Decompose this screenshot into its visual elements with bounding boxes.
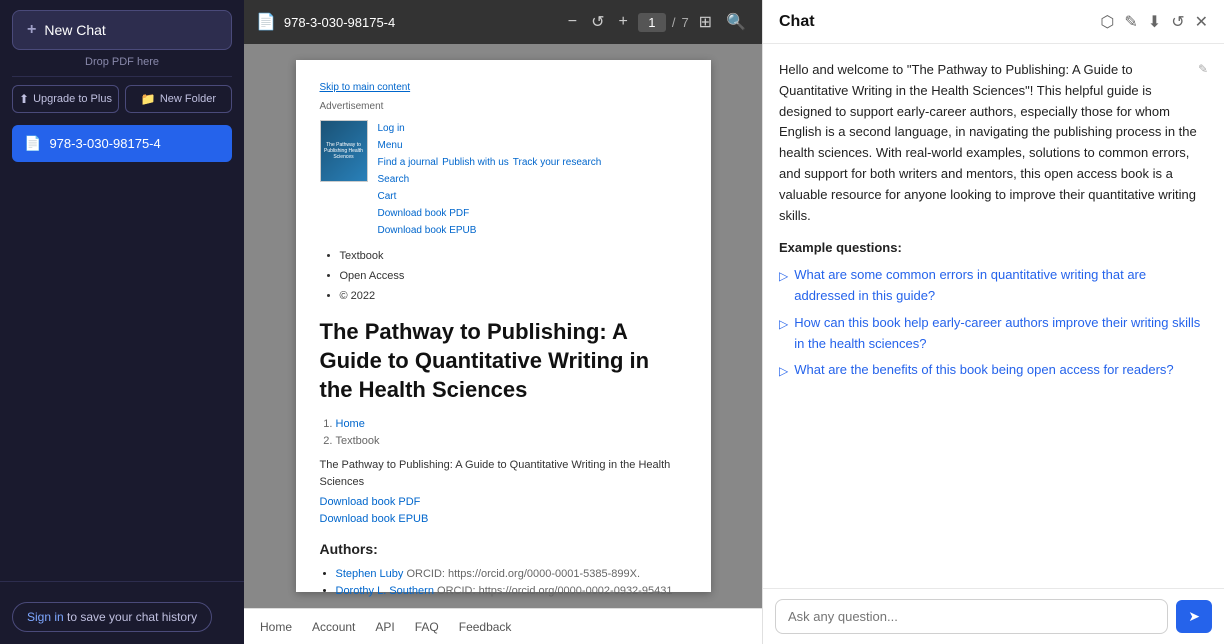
authors-section: Authors: Stephen Luby ORCID: https://orc…	[320, 539, 687, 608]
zoom-out-button[interactable]: −	[564, 11, 581, 33]
sidebar-item-active-doc[interactable]: 📄 978-3-030-98175-4	[12, 125, 232, 162]
folder-icon: 📁	[141, 92, 156, 106]
plus-icon: +	[27, 21, 36, 39]
download-button[interactable]: ⬇	[1148, 12, 1161, 32]
drop-hint: Drop PDF here	[0, 56, 244, 76]
refresh-button[interactable]: ↺	[1171, 12, 1184, 32]
authors-list: Stephen Luby ORCID: https://orcid.org/00…	[336, 566, 687, 599]
document-icon: 📄	[24, 135, 41, 152]
breadcrumb-home[interactable]: Home	[336, 418, 365, 430]
chat-welcome-text: ✎ Hello and welcome to "The Pathway to P…	[779, 60, 1208, 226]
breadcrumb: Home Textbook	[320, 416, 687, 449]
sign-in-text: Sign in to save your chat history	[27, 610, 197, 624]
footer-home[interactable]: Home	[260, 620, 292, 634]
close-button[interactable]: ✕	[1195, 12, 1208, 32]
footer-bar: Home Account API FAQ Feedback	[244, 608, 762, 644]
download-pdf-link[interactable]: Download book PDF	[320, 494, 687, 511]
sidebar: + New Chat Drop PDF here ⬆ Upgrade to Pl…	[0, 0, 244, 644]
sign-in-link[interactable]: Sign in	[27, 610, 64, 624]
arrow-icon-2: ▷	[779, 315, 788, 334]
send-icon: ➤	[1188, 608, 1200, 625]
new-folder-button[interactable]: 📁 New Folder	[125, 85, 232, 113]
zoom-in-button[interactable]: +	[614, 11, 631, 33]
chat-panel: Chat ⬡ ✎ ⬇ ↺ ✕ ✎ Hello and welcome to "T…	[762, 0, 1224, 644]
pdf-content-area: Skip to main content Advertisement The P…	[244, 44, 762, 608]
sidebar-active-label: 978-3-030-98175-4	[49, 136, 160, 151]
download-epub-top-link[interactable]: Download book EPUB	[378, 222, 602, 239]
page-number-input[interactable]	[638, 13, 666, 32]
upgrade-new-row: ⬆ Upgrade to Plus 📁 New Folder	[0, 77, 244, 121]
footer-api[interactable]: API	[375, 620, 394, 634]
send-button[interactable]: ➤	[1176, 600, 1212, 633]
new-chat-button[interactable]: + New Chat	[12, 10, 232, 50]
book-title: The Pathway to Publishing: A Guide to Qu…	[320, 318, 687, 404]
example-label: Example questions:	[779, 238, 1208, 259]
book-cover-image: The Pathway to Publishing Health Science…	[321, 121, 367, 181]
pdf-viewer-wrapper: 📄 978-3-030-98175-4 − ↺ + / 7 ⊞ 🔍 Skip t…	[244, 0, 762, 644]
page-separator: /	[672, 15, 676, 30]
download-epub-link[interactable]: Download book EPUB	[320, 511, 687, 528]
sidebar-bottom: Sign in to save your chat history	[0, 581, 244, 644]
dorothy-orcid: ORCID: https://orcid.org/0000-0002-0932-…	[437, 585, 672, 597]
pdf-title: 978-3-030-98175-4	[284, 15, 395, 30]
menu-link[interactable]: Menu	[378, 137, 602, 154]
list-item: Dorothy L. Southern ORCID: https://orcid…	[336, 583, 687, 600]
arrow-icon-3: ▷	[779, 362, 788, 381]
site-links: Log in Menu Find a journal Publish with …	[378, 120, 602, 239]
chat-body: ✎ Hello and welcome to "The Pathway to P…	[763, 44, 1224, 588]
author-dorothy-link[interactable]: Dorothy L. Southern	[336, 585, 434, 597]
pdf-page-icon: 📄	[256, 12, 276, 32]
upgrade-label: Upgrade to Plus	[33, 93, 112, 105]
sign-in-button[interactable]: Sign in to save your chat history	[12, 602, 212, 632]
example-question-1[interactable]: ▷ What are some common errors in quantit…	[779, 265, 1208, 307]
cart-link[interactable]: Cart	[378, 188, 602, 205]
undo-button[interactable]: ↺	[587, 10, 608, 34]
chat-header-icons: ⬡ ✎ ⬇ ↺ ✕	[1100, 12, 1208, 32]
author-stephen-link[interactable]: Stephen Luby	[336, 568, 404, 580]
share-button[interactable]: ⬡	[1100, 12, 1114, 32]
arrow-icon-1: ▷	[779, 267, 788, 286]
book-cover-box: The Pathway to Publishing Health Science…	[320, 120, 368, 182]
pdf-controls: − ↺ + / 7 ⊞ 🔍	[564, 10, 750, 34]
chat-input[interactable]	[775, 599, 1168, 634]
download-links: Download book PDF Download book EPUB	[320, 494, 687, 527]
grid-view-button[interactable]: ⊞	[695, 10, 716, 34]
upgrade-icon: ⬆	[19, 92, 29, 106]
book-desc-text: The Pathway to Publishing: A Guide to Qu…	[320, 457, 687, 490]
search-link[interactable]: Search	[378, 171, 602, 188]
footer-feedback[interactable]: Feedback	[459, 620, 512, 634]
example-question-2[interactable]: ▷ How can this book help early-career au…	[779, 313, 1208, 355]
footer-account[interactable]: Account	[312, 620, 355, 634]
upgrade-button[interactable]: ⬆ Upgrade to Plus	[12, 85, 119, 113]
download-pdf-top-link[interactable]: Download book PDF	[378, 205, 602, 222]
track-link[interactable]: Track your research	[513, 154, 602, 171]
book-meta: Textbook Open Access © 2022	[320, 247, 687, 306]
publish-link[interactable]: Publish with us	[442, 154, 509, 171]
edit-icon: ✎	[1198, 60, 1208, 79]
pdf-toolbar: 📄 978-3-030-98175-4 − ↺ + / 7 ⊞ 🔍	[244, 0, 762, 44]
chat-header: Chat ⬡ ✎ ⬇ ↺ ✕	[763, 0, 1224, 44]
find-journal-link[interactable]: Find a journal	[378, 154, 439, 171]
new-folder-label: New Folder	[160, 93, 216, 105]
example-question-3[interactable]: ▷ What are the benefits of this book bei…	[779, 360, 1208, 381]
stephen-orcid: ORCID: https://orcid.org/0000-0001-5385-…	[406, 568, 640, 580]
list-item: Stephen Luby ORCID: https://orcid.org/00…	[336, 566, 687, 583]
chat-input-area: ➤	[763, 588, 1224, 644]
page-total: 7	[681, 15, 688, 30]
advertisement-label: Advertisement	[320, 99, 687, 114]
search-pdf-button[interactable]: 🔍	[722, 10, 750, 34]
edit-button[interactable]: ✎	[1124, 12, 1137, 32]
new-chat-label: New Chat	[44, 22, 105, 38]
authors-heading: Authors:	[320, 539, 687, 560]
skip-link[interactable]: Skip to main content	[320, 80, 687, 95]
pdf-page: Skip to main content Advertisement The P…	[296, 60, 711, 592]
footer-faq[interactable]: FAQ	[415, 620, 439, 634]
chat-title: Chat	[779, 13, 1092, 31]
log-in-link[interactable]: Log in	[378, 120, 602, 137]
pdf-toolbar-doc: 📄 978-3-030-98175-4	[256, 12, 395, 32]
